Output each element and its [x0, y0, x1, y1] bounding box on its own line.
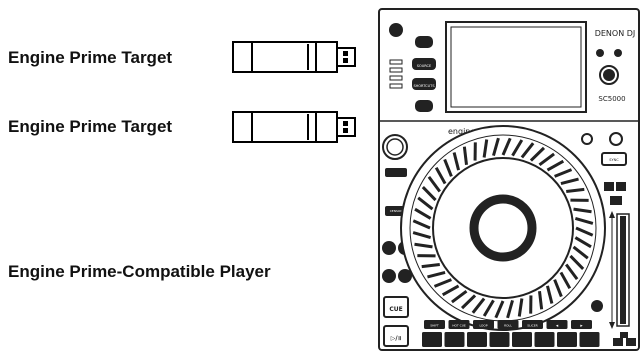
shortcuts-button-label: SHORTCUTS — [413, 84, 435, 88]
pad-mode-label: SLICER — [527, 324, 538, 328]
brand-text: DENON DJ — [595, 29, 636, 38]
pad-mode-label: HOT CUE — [452, 324, 466, 328]
engine-prime-compatible-player-label: Engine Prime-Compatible Player — [8, 262, 271, 281]
usb-drive-icon — [232, 41, 356, 73]
performance-pad — [467, 332, 487, 347]
jog-ring-tick — [421, 263, 440, 269]
performance-pad — [444, 332, 465, 347]
jog-ring-tick — [538, 291, 544, 310]
performance-pad — [579, 332, 600, 347]
pad-mode-label: SHIFT — [430, 324, 439, 328]
pad-mode-buttons: SHIFT HOT CUE LOOP ROLL SLICER ◀ ▶ — [424, 320, 592, 329]
performance-pad — [489, 332, 510, 347]
sync-button-label: SYNC — [609, 158, 619, 162]
model-text: SC5000 — [598, 95, 625, 103]
jog-ring-tick — [566, 187, 585, 193]
media-player-illustration: SOURCE SHORTCUTS DENON DJ SC5000 engine … — [378, 8, 640, 351]
play-button-label: ▷/॥ — [391, 335, 402, 342]
performance-pad — [422, 332, 442, 347]
censor-button-label: CENSOR — [390, 209, 403, 213]
performance-pad — [534, 332, 555, 347]
performance-pad — [557, 332, 577, 347]
cue-button-label: CUE — [389, 306, 402, 313]
jog-ring-tick — [462, 146, 468, 165]
pad-mode-label: LOOP — [479, 324, 487, 328]
source-button-label: SOURCE — [417, 64, 431, 68]
usb-drive-icon — [232, 111, 356, 143]
pad-mode-label: ROLL — [504, 324, 512, 328]
performance-pad — [512, 332, 532, 347]
engine-prime-target-label-1: Engine Prime Target — [8, 48, 173, 67]
engine-prime-target-label-2: Engine Prime Target — [8, 117, 173, 136]
